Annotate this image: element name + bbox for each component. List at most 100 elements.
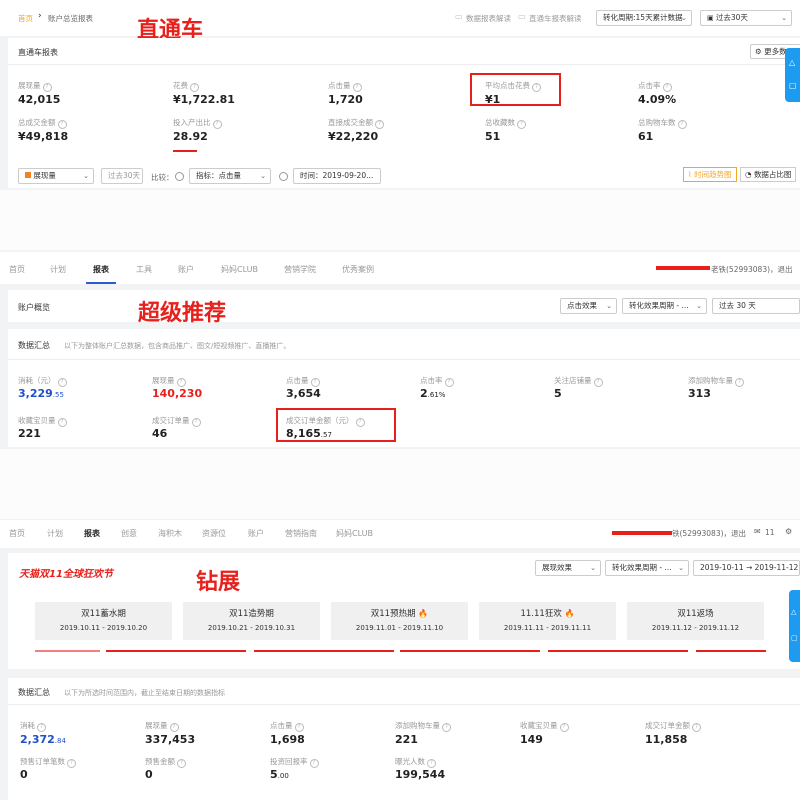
period-tag-text: 过去30天 — [108, 171, 141, 180]
effect-select[interactable]: 点击效果 ⌄ — [560, 298, 617, 314]
help-icon[interactable]: ? — [677, 120, 687, 129]
metric-label: 关注店铺量? — [554, 375, 603, 387]
metric-value: 313 — [688, 387, 711, 400]
metric-label: 展现量? — [152, 375, 186, 387]
help-icon[interactable]: ? — [57, 378, 67, 387]
nav-plan[interactable]: 计划 — [47, 528, 63, 539]
metric-select[interactable]: 展现量 ⌄ — [18, 168, 94, 184]
help-icon[interactable]: ? — [57, 120, 67, 129]
user-logout-text[interactable]: 铁(52993083)，退出 — [672, 528, 746, 539]
chat-icon[interactable]: ▢ — [791, 634, 798, 642]
help-icon[interactable]: ? — [442, 723, 451, 732]
metric-value-int: 337,453 — [145, 733, 196, 746]
metric-value-int: 11,858 — [645, 733, 688, 746]
compare-radio[interactable] — [175, 172, 184, 181]
metric-label-text: 关注店铺量 — [554, 376, 592, 385]
date-range-select[interactable]: ▣ 过去30天 ⌄ — [700, 10, 792, 26]
time-radio[interactable] — [279, 172, 288, 181]
help-icon[interactable]: ? — [427, 759, 436, 768]
chat-icon[interactable]: ▢ — [789, 81, 797, 90]
help-icon[interactable]: ? — [375, 120, 384, 129]
phase-card[interactable]: 双11蓄水期 2019.10.11 - 2019.10.20 — [35, 602, 172, 640]
metric-label-text: 点击量 — [328, 81, 351, 90]
indicator-select[interactable]: 指标：点击量 ⌄ — [189, 168, 271, 184]
nav-home[interactable]: 首页 — [9, 528, 25, 539]
conversion-period-select[interactable]: 转化效果周期 - ... ⌄ — [605, 560, 689, 576]
timeline-bar — [400, 650, 540, 652]
help-icon[interactable]: ? — [191, 418, 201, 427]
trend-chart-button[interactable]: ⌇ 时间趋势图 — [683, 167, 737, 182]
help-icon[interactable]: ? — [662, 83, 672, 92]
help-icon[interactable]: ? — [735, 378, 744, 387]
date-range-value: 过去30天 — [715, 13, 748, 22]
nav-plan[interactable]: 计划 — [50, 264, 66, 275]
summary-description: 以下为整体账户汇总数据，包含商品推广、图文/短视频推广、直播推广。 — [64, 342, 291, 350]
help-icon[interactable]: ? — [310, 378, 320, 387]
metric-label: 曝光人数? — [395, 756, 436, 768]
nav-marketing-guide[interactable]: 营销指南 — [285, 528, 317, 539]
breadcrumb-home[interactable]: 首页 — [18, 13, 33, 24]
help-icon[interactable]: ? — [57, 418, 67, 427]
bell-icon[interactable]: △ — [791, 608, 796, 616]
time-range-select[interactable]: 时间：2019-09-20... — [293, 168, 381, 184]
nav-building-blocks[interactable]: 海积木 — [158, 528, 182, 539]
help-icon[interactable]: ? — [42, 83, 52, 92]
chevron-down-icon: ⌄ — [696, 302, 702, 310]
nav-cases[interactable]: 优秀案例 — [342, 264, 374, 275]
nav-account[interactable]: 账户 — [178, 264, 194, 275]
help-icon[interactable]: ? — [444, 378, 454, 387]
mail-icon[interactable]: ✉ — [754, 527, 761, 536]
bell-icon[interactable]: △ — [789, 58, 795, 67]
help-icon[interactable]: ? — [177, 759, 186, 768]
nav-resource-slot[interactable]: 资源位 — [202, 528, 226, 539]
conversion-period-select[interactable]: 转化周期:15天累计数据 ⌄ — [596, 10, 692, 26]
metric-label: 点击量? — [270, 720, 304, 732]
metric-value: 5 — [554, 387, 562, 400]
help-icon[interactable]: ? — [294, 723, 304, 732]
help-icon[interactable]: ? — [212, 120, 222, 129]
ztc-top-bar: 首页 › 账户总览报表 ▭ 数据报表解读 ▭ 直通车报表解读 转化周期:15天累… — [0, 0, 800, 36]
user-logout-text[interactable]: 老铁(52993083)，退出 — [711, 264, 793, 275]
nav-marketing-school[interactable]: 营销学院 — [284, 264, 316, 275]
nav-report[interactable]: 报表 — [93, 264, 109, 275]
calendar-icon: ▣ — [707, 14, 716, 22]
conversion-period-select[interactable]: 转化效果周期 - ... ⌄ — [622, 298, 707, 314]
pie-chart-icon: ◔ — [745, 170, 752, 179]
help-icon[interactable]: ? — [67, 759, 76, 768]
phase-card[interactable]: 双11造势期 2019.10.21 - 2019.10.31 — [183, 602, 320, 640]
help-icon[interactable]: ? — [692, 723, 701, 732]
help-icon[interactable]: ? — [559, 723, 569, 732]
report-guide-link[interactable]: 数据报表解读 — [466, 13, 511, 24]
nav-mama-club[interactable]: 妈妈CLUB — [336, 528, 373, 539]
share-chart-label: 数据占比图 — [753, 170, 792, 179]
help-icon[interactable]: ? — [593, 378, 603, 387]
floating-help-panel[interactable]: △ ▢ — [785, 48, 800, 102]
effect-select[interactable]: 展现效果 ⌄ — [535, 560, 601, 576]
nav-mama-club[interactable]: 妈妈CLUB — [221, 264, 258, 275]
phase-card[interactable]: 双11返场 2019.11.12 - 2019.11.12 — [627, 602, 764, 640]
help-icon[interactable]: ? — [176, 378, 186, 387]
nav-creative[interactable]: 创意 — [121, 528, 137, 539]
help-icon[interactable]: ? — [169, 723, 179, 732]
phase-name-text: 11.11狂欢 — [520, 609, 562, 619]
help-icon[interactable]: ? — [352, 83, 362, 92]
share-chart-button[interactable]: ◔ 数据占比图 — [740, 167, 797, 182]
help-icon[interactable]: ? — [190, 83, 199, 92]
metric-label: 总成交金额? — [18, 117, 67, 129]
timeline-bar — [696, 650, 766, 652]
ztc-guide-link[interactable]: 直通车报表解读 — [529, 13, 582, 24]
nav-account[interactable]: 账户 — [248, 528, 264, 539]
nav-tools[interactable]: 工具 — [136, 264, 152, 275]
help-icon[interactable]: ? — [309, 759, 319, 768]
phase-card[interactable]: 双11预热期 🔥 2019.11.01 - 2019.11.10 — [331, 602, 468, 640]
phase-card[interactable]: 11.11狂欢 🔥 2019.11.11 - 2019.11.11 — [479, 602, 616, 640]
help-icon[interactable]: ? — [37, 723, 46, 732]
floating-help-panel[interactable]: △ ▢ — [789, 590, 800, 662]
help-icon[interactable]: ? — [517, 120, 526, 129]
fire-icon: 🔥 — [418, 609, 429, 618]
nav-home[interactable]: 首页 — [9, 264, 25, 275]
settings-icon[interactable]: ⚙ — [785, 527, 792, 536]
date-range-picker[interactable]: 2019-10-11 → 2019-11-12 — [693, 560, 800, 576]
nav-report[interactable]: 报表 — [84, 528, 100, 539]
date-range-select[interactable]: 过去 30 天 — [712, 298, 800, 314]
